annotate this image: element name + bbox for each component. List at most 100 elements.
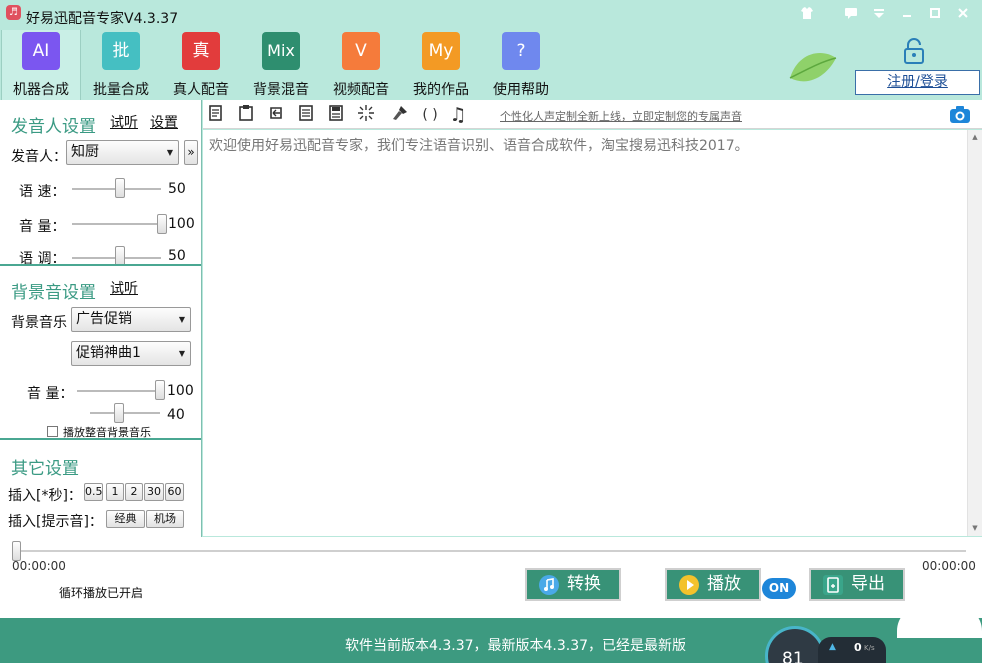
play-label: 播放 <box>707 574 741 594</box>
custom-voice-promo-link[interactable]: 个性化人声定制全新上线，立即定制您的专属声音 <box>500 108 742 124</box>
tool-video-dubbing[interactable]: V 视频配音 <box>321 30 401 100</box>
tool-label: 机器合成 <box>13 82 69 98</box>
speaker-select-value: 知厨 <box>71 144 99 160</box>
bgm-category-select[interactable]: 广告促销 ▼ <box>71 307 191 332</box>
bgm-volume-slider-thumb[interactable] <box>155 380 165 400</box>
bgm-listen-link[interactable]: 试听 <box>110 278 138 298</box>
play-full-bgm-label: 播放整音背景音乐 <box>63 426 151 438</box>
save-icon[interactable] <box>325 104 347 126</box>
dropdown-arrow-icon: ▼ <box>178 315 185 324</box>
text-editor[interactable]: 欢迎使用好易迅配音专家，我们专注语音识别、语音合成软件，淘宝搜易迅科技2017。… <box>203 130 982 536</box>
pitch-label: 语 调： <box>19 251 66 264</box>
volume-value: 100 <box>168 216 195 232</box>
text-list-icon[interactable] <box>295 104 317 126</box>
insert-0.5s-button[interactable]: 0.5 <box>84 483 103 501</box>
play-button[interactable]: 播放 <box>665 568 761 601</box>
sparkle-icon[interactable] <box>355 104 377 126</box>
upload-arrow-icon: ▲ <box>829 642 836 652</box>
tone-airport-button[interactable]: 机场 <box>146 510 184 528</box>
loop-status-text: 循环播放已开启 <box>59 586 144 600</box>
vertical-scrollbar[interactable]: ▲ ▼ <box>967 130 982 536</box>
volume-slider-thumb[interactable] <box>157 214 167 234</box>
message-icon[interactable] <box>842 6 860 24</box>
bgm-track-select[interactable]: 促销神曲1 ▼ <box>71 341 191 366</box>
bgm-volume2-value: 40 <box>167 407 185 423</box>
video-tile-icon: V <box>342 32 380 70</box>
bgm-volume-slider-track[interactable] <box>77 390 162 392</box>
speaker-select[interactable]: 知厨 ▼ <box>66 140 179 165</box>
my-tile-icon: My <box>422 32 460 70</box>
tool-human-voice[interactable]: 真 真人配音 <box>161 30 241 100</box>
network-speed-unit: K/s <box>864 644 875 652</box>
speaker-more-button[interactable]: » <box>184 140 198 165</box>
shirt-icon[interactable] <box>798 6 816 24</box>
progress-slider-thumb[interactable] <box>12 541 21 561</box>
export-button[interactable]: 导出 <box>809 568 905 601</box>
convert-label: 转换 <box>567 574 601 594</box>
speaker-listen-link[interactable]: 试听 <box>110 112 138 132</box>
insert-2s-button[interactable]: 2 <box>125 483 143 501</box>
brackets-icon[interactable]: ( ) <box>419 104 441 126</box>
volume-label: 音 量： <box>19 219 66 235</box>
tone-classic-button[interactable]: 经典 <box>106 510 145 528</box>
convert-button[interactable]: 转换 <box>525 568 621 601</box>
insert-seconds-label: 插入[*秒]： <box>8 488 82 504</box>
scroll-down-icon[interactable]: ▼ <box>968 524 982 532</box>
music-note-icon <box>539 575 559 595</box>
insert-1s-button[interactable]: 1 <box>106 483 124 501</box>
tool-batch-synthesis[interactable]: 批 批量合成 <box>81 30 161 100</box>
undo-icon[interactable] <box>265 104 287 126</box>
play-icon <box>679 575 699 595</box>
minimize-icon[interactable] <box>898 6 916 24</box>
cloud-decoration <box>897 605 982 638</box>
tool-machine-synthesis[interactable]: AI 机器合成 <box>1 30 81 100</box>
export-label: 导出 <box>851 574 885 594</box>
batch-tile-icon: 批 <box>102 32 140 70</box>
tool-help[interactable]: ? 使用帮助 <box>481 30 561 100</box>
new-document-icon[interactable] <box>205 104 227 126</box>
dropdown-arrow-icon: ▼ <box>166 148 173 157</box>
bgm-volume2-slider-thumb[interactable] <box>114 403 124 423</box>
close-icon[interactable] <box>954 6 972 24</box>
tool-label: 批量合成 <box>93 82 149 98</box>
loop-on-toggle[interactable]: ON <box>762 578 796 599</box>
insert-60s-button[interactable]: 60 <box>165 483 184 501</box>
scroll-up-icon[interactable]: ▲ <box>968 133 982 141</box>
menu-icon[interactable] <box>870 6 888 24</box>
speed-slider-thumb[interactable] <box>114 178 125 198</box>
progress-slider-track[interactable] <box>12 550 966 552</box>
dropdown-arrow-icon: ▼ <box>178 349 185 358</box>
tool-background-mix[interactable]: Mix 背景混音 <box>241 30 321 100</box>
play-full-bgm-checkbox[interactable] <box>47 426 58 437</box>
insert-30s-button[interactable]: 30 <box>144 483 164 501</box>
pitch-value: 50 <box>168 248 186 264</box>
camera-icon[interactable] <box>949 105 971 124</box>
speaker-settings-title: 发音人设置 <box>11 117 96 137</box>
clear-brush-icon[interactable] <box>389 104 411 126</box>
pitch-slider-thumb[interactable] <box>114 246 125 264</box>
volume-slider-track[interactable] <box>72 223 161 225</box>
editor-content[interactable]: 欢迎使用好易迅配音专家，我们专注语音识别、语音合成软件，淘宝搜易迅科技2017。 <box>209 135 749 155</box>
settings-panel: 发音人设置 试听 设置 发音人： 知厨 ▼ » 语 速： 50 音 量： 100… <box>0 100 202 537</box>
bgm-volume2-slider-track[interactable] <box>90 412 160 414</box>
tool-my-works[interactable]: My 我的作品 <box>401 30 481 100</box>
mix-tile-icon: Mix <box>262 32 300 70</box>
player-area: 00:00:00 00:00:00 循环播放已开启 转换 播放 ON 导出 <box>0 537 982 618</box>
bgm-volume-label: 音 量： <box>27 386 74 402</box>
speed-label: 语 速： <box>19 184 66 200</box>
tool-label: 使用帮助 <box>493 82 549 98</box>
network-speed-widget: ▲ 0 K/s <box>818 637 886 663</box>
ai-tile-icon: AI <box>22 32 60 70</box>
editor-toolbar: ( ) ♫ 个性化人声定制全新上线，立即定制您的专属声音 <box>203 100 982 129</box>
insert-tone-label: 插入[提示音]： <box>8 514 103 530</box>
export-icon <box>823 575 843 595</box>
paste-icon[interactable] <box>235 104 257 126</box>
maximize-icon[interactable] <box>926 6 944 24</box>
bgm-track-value: 促销神曲1 <box>76 345 141 361</box>
music-note-icon[interactable]: ♫ <box>447 104 469 126</box>
speaker-settings-link[interactable]: 设置 <box>150 112 178 132</box>
register-login-button[interactable]: 注册/登录 <box>855 70 980 95</box>
bgm-volume-value: 100 <box>167 383 194 399</box>
bgm-settings-title: 背景音设置 <box>11 283 96 303</box>
tool-label: 真人配音 <box>173 82 229 98</box>
